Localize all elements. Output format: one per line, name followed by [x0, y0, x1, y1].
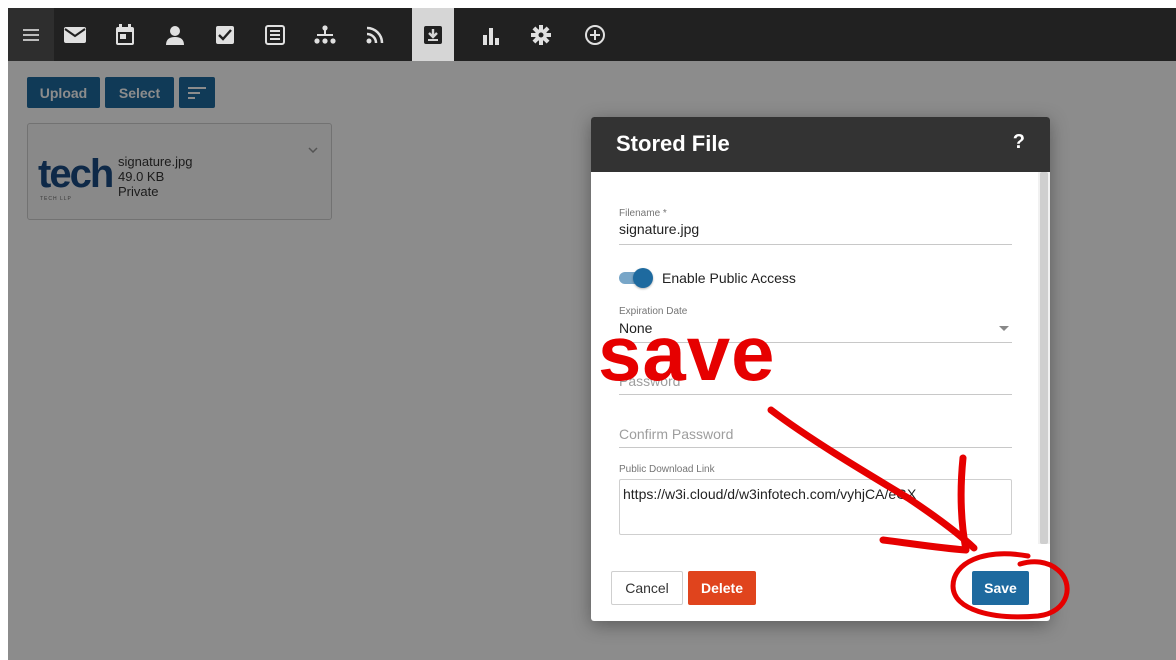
analytics-icon[interactable] — [470, 8, 512, 61]
dialog-header: Stored File ? — [591, 117, 1050, 172]
mail-icon[interactable] — [54, 8, 96, 61]
contact-icon[interactable] — [154, 8, 196, 61]
scrollbar-thumb[interactable] — [1040, 172, 1048, 544]
dialog-title: Stored File — [616, 131, 730, 156]
dialog-scrollbar[interactable] — [1038, 172, 1050, 544]
save-button[interactable]: Save — [972, 571, 1029, 605]
download-link-textarea[interactable]: https://w3i.cloud/d/w3infotech.com/vyhjC… — [619, 479, 1012, 535]
cancel-button[interactable]: Cancel — [611, 571, 683, 605]
add-icon[interactable] — [574, 8, 616, 61]
delete-button[interactable]: Delete — [688, 571, 756, 605]
app-window: Upload Select tech TECH LLP signature.jp… — [8, 8, 1176, 660]
help-button[interactable]: ? — [1013, 131, 1025, 154]
notes-icon[interactable] — [254, 8, 296, 61]
rss-icon[interactable] — [354, 8, 396, 61]
dropdown-caret-icon[interactable] — [999, 326, 1009, 331]
toggle-knob — [633, 268, 653, 288]
sitemap-icon[interactable] — [304, 8, 346, 61]
download-link-label: Public Download Link — [619, 464, 715, 475]
public-access-toggle[interactable] — [619, 266, 653, 288]
filename-label: Filename * — [619, 208, 667, 219]
calendar-icon[interactable] — [104, 8, 146, 61]
file-storage-icon[interactable] — [412, 8, 454, 61]
filename-underline — [619, 244, 1012, 245]
confirm-password-input[interactable]: Confirm Password — [619, 426, 733, 442]
public-access-label: Enable Public Access — [662, 270, 796, 286]
top-nav-bar — [8, 8, 1176, 61]
confirm-password-underline — [619, 447, 1012, 448]
settings-icon[interactable] — [520, 8, 562, 61]
filename-input[interactable]: signature.jpg — [619, 221, 699, 237]
annotation-save-text: save — [598, 309, 776, 397]
hamburger-icon[interactable] — [8, 8, 54, 61]
task-icon[interactable] — [204, 8, 246, 61]
